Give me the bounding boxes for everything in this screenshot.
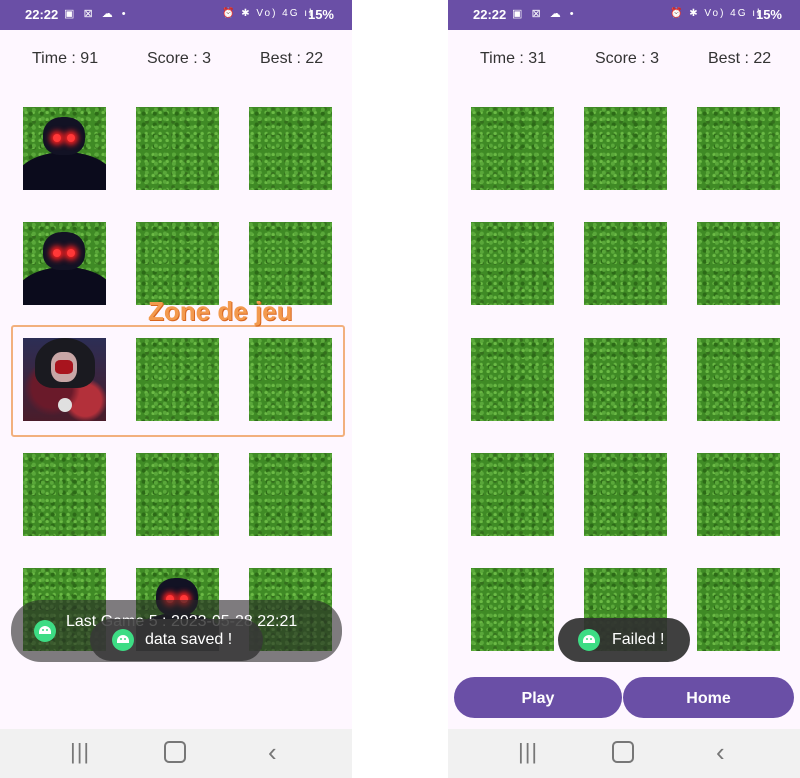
grass-tile[interactable] xyxy=(23,453,106,536)
grass-tile[interactable] xyxy=(584,453,667,536)
grass-tile[interactable] xyxy=(697,338,780,421)
failed-toast: Failed ! xyxy=(558,618,690,662)
grass-tile[interactable] xyxy=(471,453,554,536)
play-button[interactable]: Play xyxy=(454,677,622,718)
recent-apps-button[interactable]: ||| xyxy=(518,739,538,765)
shadow-monster-icon xyxy=(23,222,106,305)
data-saved-text: data saved ! xyxy=(145,631,233,648)
grass-tile[interactable] xyxy=(249,107,332,190)
data-saved-toast: data saved ! xyxy=(90,619,263,661)
time-counter: Time : 31 xyxy=(480,50,547,67)
time-counter: Time : 91 xyxy=(32,50,99,67)
failed-text: Failed ! xyxy=(612,631,665,648)
notification-icons: ▣ ⊠ ☁ • xyxy=(64,8,129,20)
system-icons: ⏰ ✱ Vo) 4G ıl xyxy=(222,8,314,19)
score-counter: Score : 3 xyxy=(595,50,660,67)
grass-tile[interactable] xyxy=(471,568,554,651)
recent-apps-button[interactable]: ||| xyxy=(70,739,90,765)
notification-icons: ▣ ⊠ ☁ • xyxy=(512,8,577,20)
shadow-monster-icon xyxy=(23,107,106,190)
shadow-monster-tile[interactable] xyxy=(23,222,106,305)
grass-tile[interactable] xyxy=(471,107,554,190)
score-counter: Score : 3 xyxy=(147,50,212,67)
grass-tile[interactable] xyxy=(471,338,554,421)
game-screen-right: 22:22 ▣ ⊠ ☁ • ⏰ ✱ Vo) 4G ıl 15% Time : 3… xyxy=(448,0,800,778)
status-bar: 22:22 ▣ ⊠ ☁ • ⏰ ✱ Vo) 4G ıl 15% xyxy=(448,0,800,30)
grass-tile[interactable] xyxy=(136,107,219,190)
shadow-monster-tile[interactable] xyxy=(23,107,106,190)
grass-tile[interactable] xyxy=(697,107,780,190)
back-button[interactable]: ‹ xyxy=(268,737,277,768)
nav-bar: ||| ‹ xyxy=(448,729,800,778)
grass-tile[interactable] xyxy=(584,107,667,190)
grass-tile[interactable] xyxy=(584,338,667,421)
game-screen-left: 22:22 ▣ ⊠ ☁ • ⏰ ✱ Vo) 4G ıl 15% Time : 9… xyxy=(0,0,352,778)
android-icon xyxy=(112,629,134,651)
home-nav-button[interactable] xyxy=(164,741,186,763)
grass-tile[interactable] xyxy=(249,453,332,536)
status-time: 22:22 xyxy=(473,7,507,22)
home-nav-button[interactable] xyxy=(612,741,634,763)
grass-tile[interactable] xyxy=(584,222,667,305)
status-time: 22:22 xyxy=(25,7,59,22)
grass-tile[interactable] xyxy=(697,568,780,651)
grass-tile[interactable] xyxy=(697,453,780,536)
grass-tile[interactable] xyxy=(697,222,780,305)
best-score: Best : 22 xyxy=(708,50,772,67)
best-score: Best : 22 xyxy=(260,50,324,67)
battery-level: 15% xyxy=(307,7,334,22)
game-zone-highlight xyxy=(11,325,345,437)
battery-level: 15% xyxy=(755,7,782,22)
back-button[interactable]: ‹ xyxy=(716,737,725,768)
android-icon xyxy=(578,629,600,651)
grass-tile[interactable] xyxy=(471,222,554,305)
game-zone-label: Zone de jeu xyxy=(148,296,293,326)
grass-tile[interactable] xyxy=(249,222,332,305)
home-button[interactable]: Home xyxy=(623,677,794,718)
nav-bar: ||| ‹ xyxy=(0,729,352,778)
android-icon xyxy=(34,620,56,642)
system-icons: ⏰ ✱ Vo) 4G ıl xyxy=(670,8,762,19)
status-bar: 22:22 ▣ ⊠ ☁ • ⏰ ✱ Vo) 4G ıl 15% xyxy=(0,0,352,30)
grass-tile[interactable] xyxy=(136,222,219,305)
grass-tile[interactable] xyxy=(136,453,219,536)
